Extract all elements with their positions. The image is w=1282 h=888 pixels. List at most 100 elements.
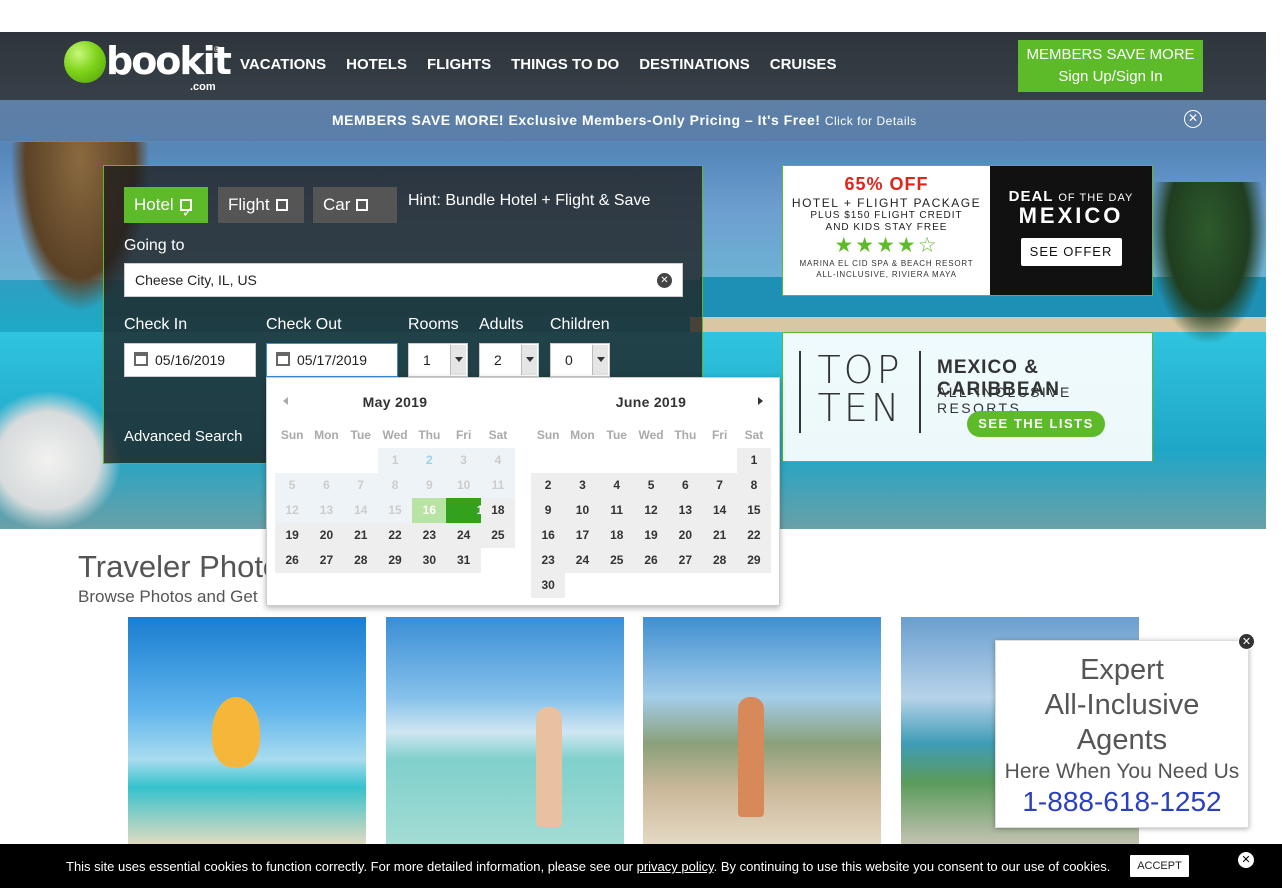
promo-details-link[interactable]: Click for Details bbox=[825, 114, 917, 128]
calendar-day: 14 bbox=[343, 498, 378, 523]
destination-input[interactable]: Cheese City, IL, US ✕ bbox=[124, 263, 683, 297]
top-blank-bar bbox=[0, 0, 1282, 32]
calendar-day[interactable]: 21 bbox=[702, 523, 737, 548]
chevron-down-icon[interactable] bbox=[521, 345, 537, 375]
top-ten-ad[interactable]: TOP TEN MEXICO & CARIBBEAN ALL-INCLUSIVE… bbox=[782, 332, 1153, 462]
calendar-day[interactable]: 29 bbox=[377, 548, 413, 573]
calendar-day[interactable]: 23 bbox=[412, 523, 447, 548]
tab-car[interactable]: Car bbox=[313, 187, 397, 223]
children-select[interactable]: 0 bbox=[550, 343, 610, 377]
calendar-day[interactable]: 8 bbox=[736, 473, 772, 498]
calendar-day[interactable]: 20 bbox=[309, 523, 344, 548]
calendar-day[interactable]: 14 bbox=[702, 498, 737, 523]
advanced-search-link[interactable]: Advanced Search bbox=[124, 428, 242, 445]
cookie-text: This site uses essential cookies to func… bbox=[66, 859, 1110, 874]
calendar-day[interactable]: 26 bbox=[633, 548, 669, 573]
calendar-day[interactable]: 7 bbox=[702, 473, 737, 498]
calendar-day[interactable]: 26 bbox=[275, 548, 310, 573]
calendar-day[interactable]: 13 bbox=[668, 498, 703, 523]
close-icon[interactable]: ✕ bbox=[1238, 852, 1254, 868]
checkbox-icon[interactable] bbox=[356, 199, 369, 211]
calendar-day[interactable]: 9 bbox=[531, 498, 566, 523]
bundle-hint: Hint: Bundle Hotel + Flight & Save bbox=[408, 192, 651, 209]
chevron-down-icon[interactable] bbox=[450, 345, 466, 375]
close-circle-icon[interactable]: ✕ bbox=[1184, 110, 1202, 128]
calendar-day[interactable]: 12 bbox=[633, 498, 669, 523]
calendar-day[interactable]: 27 bbox=[668, 548, 703, 573]
checkbox-icon[interactable] bbox=[275, 199, 288, 211]
calendar-day[interactable]: 24 bbox=[446, 523, 481, 548]
calendar-day[interactable]: 23 bbox=[531, 548, 566, 573]
scrollbar[interactable] bbox=[1266, 32, 1282, 844]
calendar-day[interactable]: 6 bbox=[668, 473, 703, 498]
members-signup-button[interactable]: MEMBERS SAVE MORE Sign Up/Sign In bbox=[1018, 40, 1203, 92]
calendar-day[interactable]: 19 bbox=[633, 523, 669, 548]
deal-of-the-day-ad[interactable]: 65% OFF HOTEL + FLIGHT PACKAGE PLUS $150… bbox=[782, 165, 1153, 296]
close-icon[interactable]: ✕ bbox=[1238, 633, 1255, 650]
accept-cookies-button[interactable]: ACCEPT bbox=[1130, 855, 1189, 877]
calendar-day[interactable]: 30 bbox=[531, 573, 566, 598]
calendar-day[interactable]: 16 bbox=[531, 523, 566, 548]
logo-word: bookit bbox=[106, 39, 232, 83]
adults-select[interactable]: 2 bbox=[479, 343, 539, 377]
promo-banner[interactable]: MEMBERS SAVE MORE! Exclusive Members-Onl… bbox=[0, 100, 1266, 141]
calendar-day[interactable]: 22 bbox=[377, 523, 413, 548]
weekday-header: Sun Mon Tue Wed Thu Fri Sat bbox=[275, 428, 515, 448]
calendar-day[interactable]: 28 bbox=[343, 548, 378, 573]
checkbox-checked-icon[interactable] bbox=[179, 194, 193, 230]
calendar-day[interactable]: 19 bbox=[275, 523, 310, 548]
agent-phone-link[interactable]: 1-888-618-1252 bbox=[996, 786, 1248, 818]
calendar-day[interactable]: 17 bbox=[565, 523, 600, 548]
calendar-day[interactable]: 22 bbox=[736, 523, 772, 548]
calendar-day[interactable]: 18 bbox=[599, 523, 634, 548]
tab-flight-label: Flight bbox=[228, 195, 270, 214]
calendar-day: 13 bbox=[309, 498, 344, 523]
nav-flights[interactable]: FLIGHTS bbox=[427, 56, 491, 73]
nav-cruises[interactable]: CRUISES bbox=[770, 56, 837, 73]
traveler-photo-ruins[interactable] bbox=[643, 617, 881, 847]
rooms-select[interactable]: 1 bbox=[408, 343, 468, 377]
calendar-day[interactable]: 4 bbox=[599, 473, 634, 498]
agent-line3: Agents bbox=[1076, 724, 1168, 756]
privacy-policy-link[interactable]: privacy policy bbox=[637, 859, 714, 874]
agent-chat-box[interactable]: Expert All-Inclusive Agents Here When Yo… bbox=[995, 640, 1249, 828]
calendar-day[interactable]: 25 bbox=[480, 523, 516, 548]
calendar-day[interactable]: 24 bbox=[565, 548, 600, 573]
bookit-logo[interactable]: bookit .com ® bbox=[62, 39, 232, 93]
calendar-day[interactable]: 18 bbox=[480, 498, 516, 523]
calendar-day[interactable]: 10 bbox=[565, 498, 600, 523]
weekday: Sun bbox=[536, 428, 560, 442]
calendar-day[interactable]: 20 bbox=[668, 523, 703, 548]
nav-destinations[interactable]: DESTINATIONS bbox=[639, 56, 750, 73]
calendar-day-checkin[interactable]: 16 bbox=[412, 498, 447, 523]
tab-flight[interactable]: Flight bbox=[218, 187, 304, 223]
calendar-day[interactable]: 11 bbox=[599, 498, 634, 523]
check-out-field[interactable]: 05/17/2019 bbox=[266, 343, 398, 377]
calendar-day[interactable]: 1 bbox=[736, 448, 772, 473]
nav-vacations[interactable]: VACATIONS bbox=[240, 56, 326, 73]
calendar-day[interactable]: 30 bbox=[412, 548, 447, 573]
calendar-day[interactable]: 25 bbox=[599, 548, 634, 573]
traveler-photos-subtitle: Browse Photos and Get bbox=[78, 587, 258, 606]
calendar-empty-cell bbox=[668, 448, 702, 473]
check-in-field[interactable]: 05/16/2019 bbox=[124, 343, 256, 377]
calendar-day[interactable]: 15 bbox=[736, 498, 772, 523]
see-the-lists-button[interactable]: SEE THE LISTS bbox=[967, 411, 1105, 437]
traveler-photo-beach-splash[interactable] bbox=[386, 617, 624, 847]
calendar-day[interactable]: 5 bbox=[633, 473, 669, 498]
calendar-day[interactable]: 3 bbox=[565, 473, 600, 498]
destination-value: Cheese City, IL, US bbox=[135, 272, 257, 288]
nav-hotels[interactable]: HOTELS bbox=[346, 56, 407, 73]
calendar-day[interactable]: 29 bbox=[736, 548, 772, 573]
see-offer-button[interactable]: SEE OFFER bbox=[1020, 238, 1122, 266]
clear-icon[interactable]: ✕ bbox=[657, 273, 672, 288]
traveler-photo-cocktail[interactable] bbox=[128, 617, 366, 847]
tab-hotel[interactable]: Hotel bbox=[124, 187, 208, 230]
calendar-day[interactable]: 2 bbox=[531, 473, 566, 498]
calendar-day[interactable]: 21 bbox=[343, 523, 378, 548]
nav-things-to-do[interactable]: THINGS TO DO bbox=[511, 56, 619, 73]
calendar-day[interactable]: 31 bbox=[446, 548, 481, 573]
calendar-day[interactable]: 28 bbox=[702, 548, 737, 573]
calendar-day[interactable]: 27 bbox=[309, 548, 344, 573]
chevron-down-icon[interactable] bbox=[592, 345, 608, 375]
